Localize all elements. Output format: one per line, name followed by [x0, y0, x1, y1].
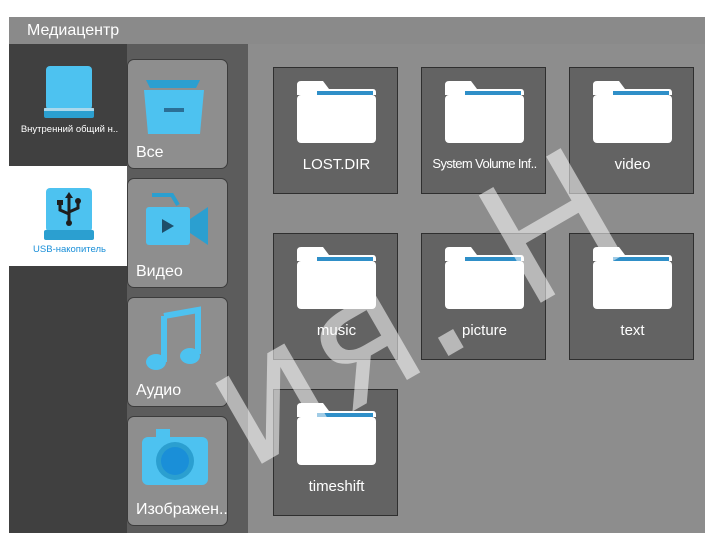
folder-tile[interactable]: timeshift: [273, 389, 398, 516]
folder-icon: [593, 81, 672, 143]
window-title: Медиацентр: [9, 17, 705, 44]
folder-tile[interactable]: System Volume Inf..: [421, 67, 546, 194]
folder-tile[interactable]: picture: [421, 233, 546, 360]
all-files-folder-icon: [144, 80, 204, 134]
folder-tile[interactable]: text: [569, 233, 694, 360]
category-label: Изображен..: [136, 501, 228, 518]
category-list: Все Видео Аудио Изображен..: [127, 44, 248, 533]
music-note-icon: [146, 306, 201, 370]
folder-name: System Volume Inf..: [432, 156, 537, 171]
device-internal-storage[interactable]: Внутренний общий н..: [9, 44, 130, 144]
folder-name: text: [620, 322, 645, 339]
category-audio[interactable]: Аудио: [127, 297, 228, 407]
category-label: Аудио: [136, 382, 182, 399]
folder-tile[interactable]: LOST.DIR: [273, 67, 398, 194]
folder-icon: [297, 403, 376, 465]
hard-drive-icon: [44, 66, 94, 118]
device-usb-drive[interactable]: USB-накопитель: [9, 166, 130, 266]
folder-tile[interactable]: music: [273, 233, 398, 360]
device-label: Внутренний общий н..: [20, 124, 119, 135]
video-camera-icon: [146, 193, 208, 245]
folder-icon: [445, 81, 524, 143]
device-sidebar: Внутренний общий н.. USB-накопитель: [9, 44, 130, 533]
folder-icon: [593, 247, 672, 309]
media-center-window: Медиацентр Внутренний общий н.. USB-нако…: [9, 17, 705, 533]
category-label: Видео: [136, 263, 183, 280]
folder-name: video: [614, 156, 651, 173]
folder-icon: [445, 247, 524, 309]
category-all[interactable]: Все: [127, 59, 228, 169]
folder-tile[interactable]: video: [569, 67, 694, 194]
category-video[interactable]: Видео: [127, 178, 228, 288]
category-images[interactable]: Изображен..: [127, 416, 228, 526]
folder-name: LOST.DIR: [302, 156, 371, 173]
folder-icon: [297, 81, 376, 143]
usb-drive-icon: [44, 188, 94, 240]
device-label: USB-накопитель: [33, 244, 106, 255]
category-label: Все: [136, 144, 164, 161]
folder-name: picture: [461, 322, 508, 339]
folder-name: music: [316, 322, 357, 339]
folder-icon: [297, 247, 376, 309]
folder-name: timeshift: [308, 478, 365, 495]
photo-camera-icon: [142, 429, 208, 485]
